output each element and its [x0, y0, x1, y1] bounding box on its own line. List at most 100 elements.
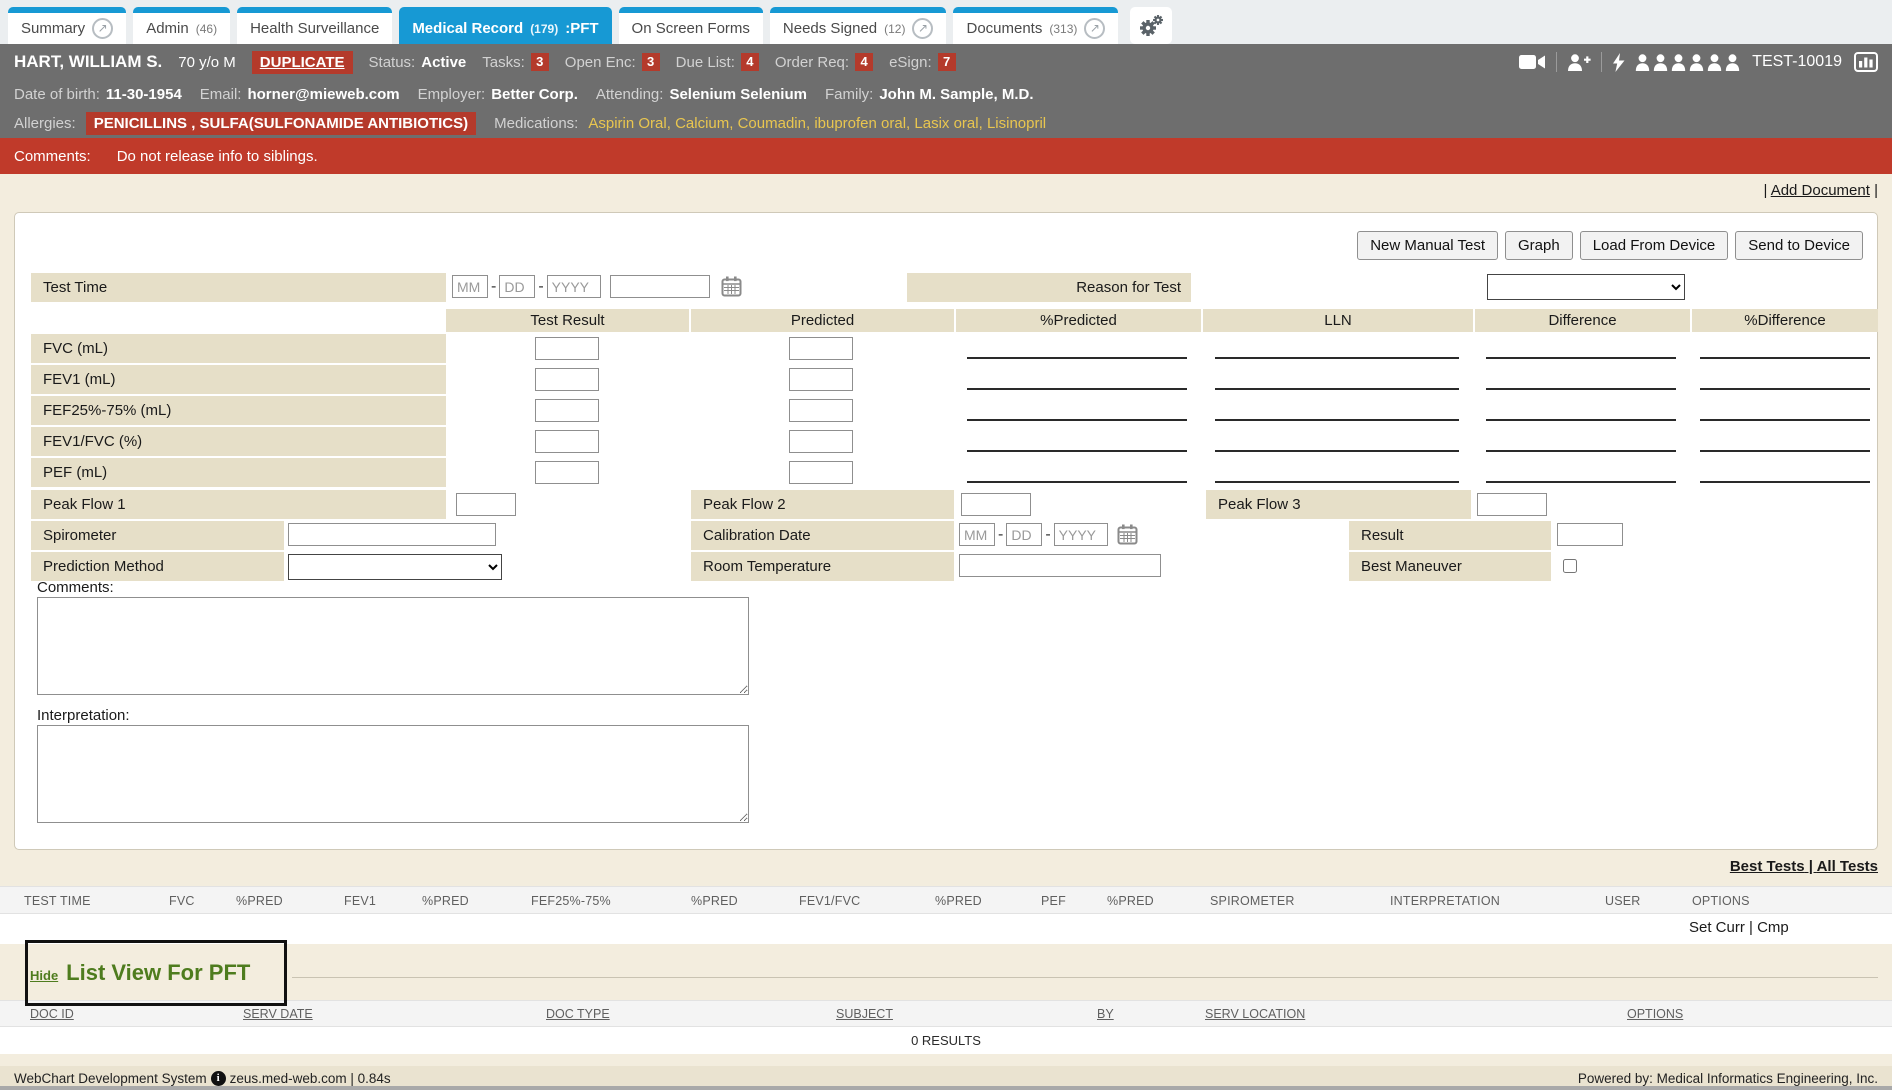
tab-health-surveillance[interactable]: Health Surveillance — [237, 7, 392, 44]
doc-col-serv-date[interactable]: SERV DATE — [243, 1007, 313, 1021]
room-temperature-input[interactable] — [959, 554, 1161, 577]
medication-link[interactable]: ibuprofen oral — [814, 115, 914, 132]
calibration-year-input[interactable] — [1054, 523, 1108, 546]
results-col-pred5: %PRED — [1107, 894, 1154, 908]
results-col-fef: FEF25%-75% — [531, 894, 611, 908]
person-icon — [1725, 54, 1740, 71]
pef-pct-difference-line — [1700, 481, 1870, 483]
esign-count-badge[interactable]: 7 — [938, 53, 956, 71]
graph-button[interactable]: Graph — [1505, 231, 1573, 260]
video-camera-icon[interactable] — [1519, 54, 1546, 70]
new-manual-test-button[interactable]: New Manual Test — [1357, 231, 1498, 260]
medication-link[interactable]: Coumadin — [738, 115, 815, 132]
footer-host-time: zeus.med-web.com | 0.84s — [230, 1071, 391, 1086]
info-icon[interactable]: i — [211, 1071, 226, 1086]
fvc-test-result-input[interactable] — [535, 337, 599, 360]
fev1-fvc-predicted-input[interactable] — [789, 430, 853, 453]
comments-textarea[interactable] — [37, 597, 749, 695]
doc-col-doc-id[interactable]: DOC ID — [30, 1007, 74, 1021]
order-req-count-badge[interactable]: 4 — [855, 53, 873, 71]
best-tests-link[interactable]: Best Tests — [1730, 858, 1817, 875]
patient-age-sex: 70 y/o M — [178, 54, 236, 71]
hide-link[interactable]: Hide — [30, 968, 58, 983]
result-label: Result — [1349, 521, 1551, 550]
fev1-predicted-input[interactable] — [789, 368, 853, 391]
medication-link[interactable]: Lasix oral — [914, 115, 987, 132]
popout-icon[interactable]: ↗ — [1084, 18, 1105, 39]
tab-admin[interactable]: Admin (46) — [133, 7, 230, 44]
chart-icon[interactable] — [1854, 52, 1878, 72]
calibration-day-input[interactable] — [1006, 523, 1042, 546]
peak-flow-1-label: Peak Flow 1 — [31, 490, 446, 519]
fev1-test-result-input[interactable] — [535, 368, 599, 391]
best-maneuver-checkbox[interactable] — [1563, 559, 1577, 573]
all-tests-link[interactable]: All Tests — [1817, 858, 1878, 875]
popout-icon[interactable]: ↗ — [912, 18, 933, 39]
tasks-count-badge[interactable]: 3 — [531, 53, 549, 71]
divider — [1556, 52, 1557, 72]
fvc-difference-line — [1486, 357, 1676, 359]
fvc-predicted-input[interactable] — [789, 337, 853, 360]
test-time-day-input[interactable] — [499, 275, 535, 298]
tab-needs-signed[interactable]: Needs Signed (12) ↗ — [770, 7, 947, 44]
peak-flow-3-input[interactable] — [1477, 493, 1547, 516]
fef-lln-line — [1215, 419, 1459, 421]
doc-col-options[interactable]: OPTIONS — [1627, 1007, 1683, 1021]
allergies-value[interactable]: PENICILLINS , SULFA(SULFONAMIDE ANTIBIOT… — [86, 112, 476, 135]
medication-link[interactable]: Lisinopril — [987, 115, 1046, 132]
open-enc-count-badge[interactable]: 3 — [642, 53, 660, 71]
calendar-icon[interactable] — [1117, 524, 1138, 545]
family-value: John M. Sample, M.D. — [879, 86, 1033, 103]
pef-test-result-input[interactable] — [535, 461, 599, 484]
calendar-icon[interactable] — [721, 276, 742, 297]
duplicate-flag[interactable]: DUPLICATE — [252, 51, 353, 74]
doc-col-by[interactable]: BY — [1097, 1007, 1114, 1021]
doc-col-doc-type[interactable]: DOC TYPE — [546, 1007, 610, 1021]
spirometer-input[interactable] — [288, 523, 496, 546]
reason-for-test-select[interactable] — [1487, 274, 1685, 300]
doc-col-subject[interactable]: SUBJECT — [836, 1007, 893, 1021]
calibration-month-input[interactable] — [959, 523, 995, 546]
results-col-pred1: %PRED — [236, 894, 283, 908]
pef-difference-line — [1486, 481, 1676, 483]
lightning-icon[interactable] — [1612, 53, 1625, 72]
fef-predicted-input[interactable] — [789, 399, 853, 422]
tab-label: Documents — [966, 20, 1042, 37]
doc-col-serv-location[interactable]: SERV LOCATION — [1205, 1007, 1305, 1021]
tab-documents[interactable]: Documents (313) ↗ — [953, 7, 1118, 44]
tab-label: Health Surveillance — [250, 20, 379, 37]
result-input[interactable] — [1557, 523, 1623, 546]
send-to-device-button[interactable]: Send to Device — [1735, 231, 1863, 260]
employer-value: Better Corp. — [491, 86, 578, 103]
due-list-count-badge[interactable]: 4 — [741, 53, 759, 71]
cmp-link[interactable]: Cmp — [1757, 919, 1789, 936]
row-label-fev1-fvc: FEV1/FVC (%) — [31, 427, 446, 456]
care-team-icons[interactable] — [1635, 54, 1740, 71]
family-label: Family: — [825, 86, 873, 103]
peak-flow-1-input[interactable] — [456, 493, 516, 516]
medication-link[interactable]: Calcium — [675, 115, 738, 132]
add-document-link[interactable]: Add Document — [1771, 182, 1870, 199]
set-curr-link[interactable]: Set Curr — [1689, 919, 1757, 936]
interpretation-textarea[interactable] — [37, 725, 749, 823]
tab-summary[interactable]: Summary ↗ — [8, 7, 126, 44]
peak-flow-2-input[interactable] — [961, 493, 1031, 516]
patient-name: HART, WILLIAM S. — [14, 52, 162, 72]
test-time-year-input[interactable] — [547, 275, 601, 298]
fef-test-result-input[interactable] — [535, 399, 599, 422]
esign-label: eSign: — [889, 54, 932, 71]
pef-predicted-input[interactable] — [789, 461, 853, 484]
load-from-device-button[interactable]: Load From Device — [1580, 231, 1729, 260]
person-icon — [1707, 54, 1722, 71]
prediction-method-select[interactable] — [288, 554, 502, 580]
medication-link[interactable]: Aspirin Oral — [588, 115, 675, 132]
tab-settings-button[interactable] — [1130, 7, 1172, 44]
popout-icon[interactable]: ↗ — [92, 18, 113, 39]
pft-toolbar: New Manual Test Graph Load From Device S… — [1357, 231, 1863, 260]
tab-on-screen-forms[interactable]: On Screen Forms — [619, 7, 763, 44]
add-person-icon[interactable] — [1567, 54, 1591, 71]
test-time-time-input[interactable] — [610, 275, 710, 298]
test-time-month-input[interactable] — [452, 275, 488, 298]
tab-medical-record[interactable]: Medical Record (179):PFT — [399, 7, 611, 44]
fev1-fvc-test-result-input[interactable] — [535, 430, 599, 453]
